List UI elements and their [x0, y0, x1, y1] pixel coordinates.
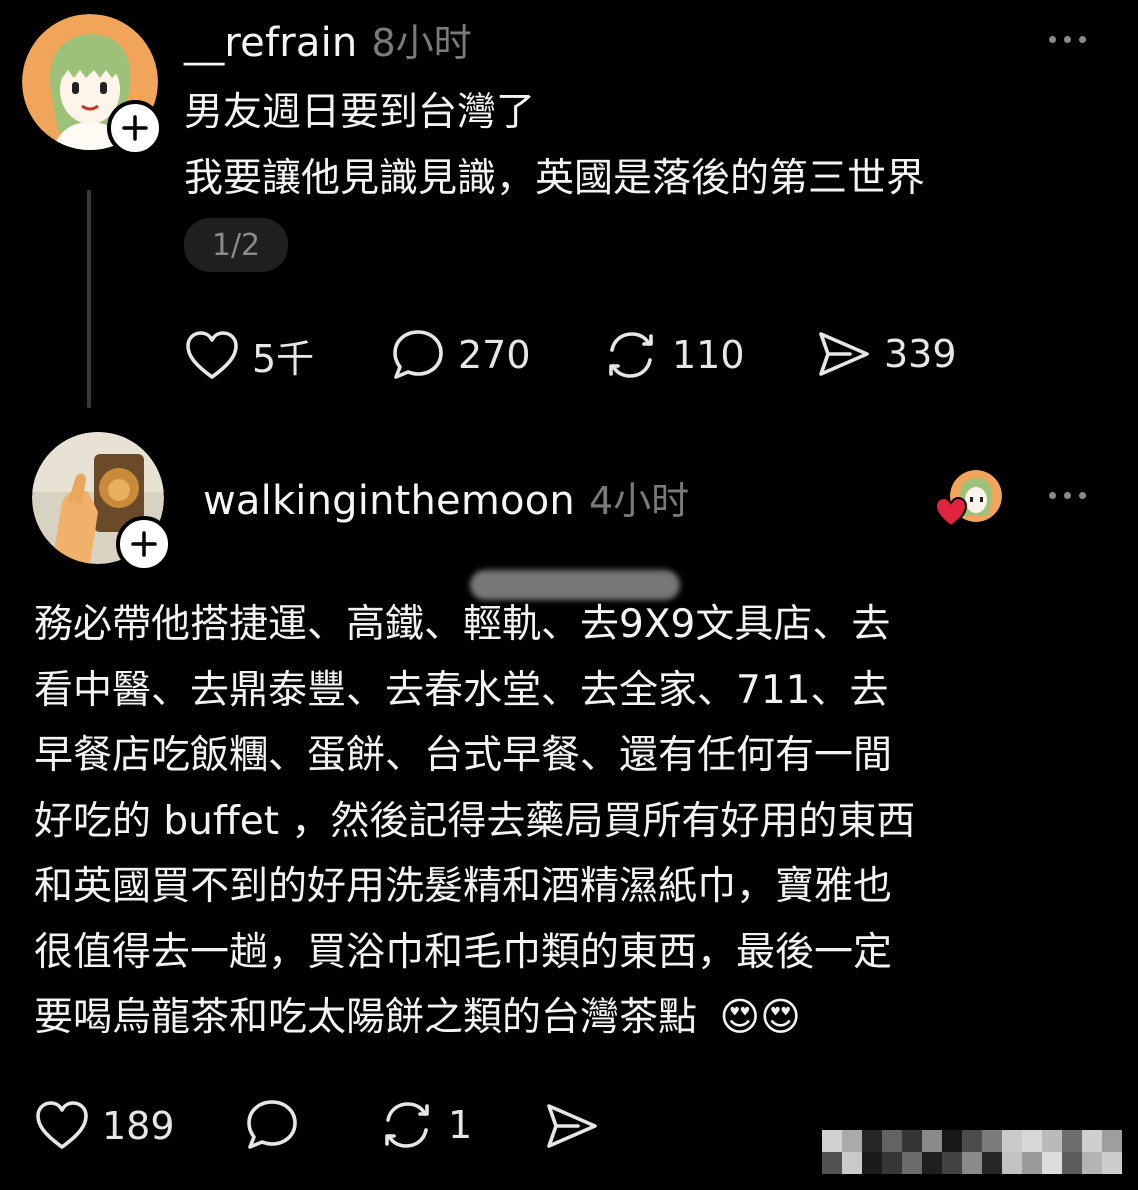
thread-line — [87, 190, 91, 408]
reply-like-count: 189 — [102, 1104, 175, 1148]
reply-body: 務必帶他搭捷運、高鐵、輕軌、去9X9文具店、去 看中醫、去鼎泰豐、去春水堂、去全… — [34, 592, 915, 1051]
post-share-button[interactable]: 339 — [816, 328, 957, 380]
send-icon — [819, 332, 869, 376]
post-text-line: 我要讓他見識見識，英國是落後的第三世界 — [184, 156, 926, 201]
post-repost-button[interactable]: 110 — [602, 328, 745, 382]
reply-username[interactable]: walkinginthemoon — [203, 478, 575, 524]
send-icon — [547, 1104, 597, 1148]
post-like-button[interactable]: 5千 — [184, 328, 314, 383]
repost-icon — [609, 332, 653, 378]
post-comment-count: 270 — [458, 333, 531, 377]
repost-icon — [385, 1102, 429, 1148]
post-comment-button[interactable]: 270 — [390, 328, 531, 382]
page-indicator-badge: 1/2 — [184, 218, 288, 272]
reply-text-line: 和英國買不到的好用洗髮精和酒精濕紙巾，寶雅也 — [34, 864, 893, 909]
post-share-count: 339 — [884, 332, 957, 376]
reply-comment-button[interactable] — [244, 1098, 300, 1152]
heart-icon — [186, 330, 238, 379]
post-username[interactable]: __refrain — [184, 20, 357, 66]
reply-timestamp: 4小时 — [588, 479, 690, 523]
heart-badge-icon — [934, 496, 968, 528]
post-timestamp: 8小时 — [371, 21, 472, 65]
reply-text-line: 看中醫、去鼎泰豐、去春水堂、去全家、711、去 — [34, 667, 889, 713]
comment-bubble-icon — [247, 1100, 297, 1149]
post-more-dots-icon[interactable] — [1049, 36, 1086, 43]
reply-text-line: 要喝烏龍茶和吃太陽餅之類的台灣茶點 😍😍 — [34, 985, 915, 1051]
reply-share-button[interactable] — [544, 1100, 600, 1152]
reply-repost-count: 1 — [448, 1103, 473, 1147]
reply-text-last: 要喝烏龍茶和吃太陽餅之類的台灣茶點 — [34, 995, 698, 1040]
plus-icon — [131, 531, 157, 557]
post-repost-count: 110 — [672, 333, 745, 377]
post-body: 男友週日要到台灣了 我要讓他見識見識，英國是落後的第三世界 — [184, 80, 925, 212]
comment-bubble-icon — [393, 330, 443, 379]
plus-icon — [122, 115, 148, 141]
reply-header: walkinginthemoon 4小时 — [203, 470, 689, 525]
pixelated-watermark — [822, 1130, 1122, 1174]
reply-like-button[interactable]: 189 — [34, 1100, 175, 1152]
reply-repost-button[interactable]: 1 — [378, 1098, 472, 1152]
reply-text-line: 早餐店吃飯糰、蛋餅、台式早餐、還有任何有一間 — [34, 733, 893, 778]
heart-icon — [36, 1101, 88, 1149]
post-text-line: 男友週日要到台灣了 — [184, 90, 536, 135]
follow-button[interactable] — [107, 100, 163, 156]
heart-eyes-emoji: 😍😍 — [719, 995, 801, 1040]
reply-more-dots-icon[interactable] — [1049, 492, 1086, 499]
reply-text-line: 很值得去一趟，買浴巾和毛巾類的東西，最後一定 — [34, 929, 893, 975]
reply-text-line: 好吃的 buffet ，然後記得去藥局買所有好用的東西 — [34, 798, 916, 844]
reply-follow-button[interactable] — [116, 516, 172, 572]
post-header: __refrain 8小时 — [184, 12, 472, 67]
reply-text-line: 務必帶他搭捷運、高鐵、輕軌、去9X9文具店、去 — [34, 602, 891, 647]
post-like-count: 5千 — [252, 337, 315, 381]
